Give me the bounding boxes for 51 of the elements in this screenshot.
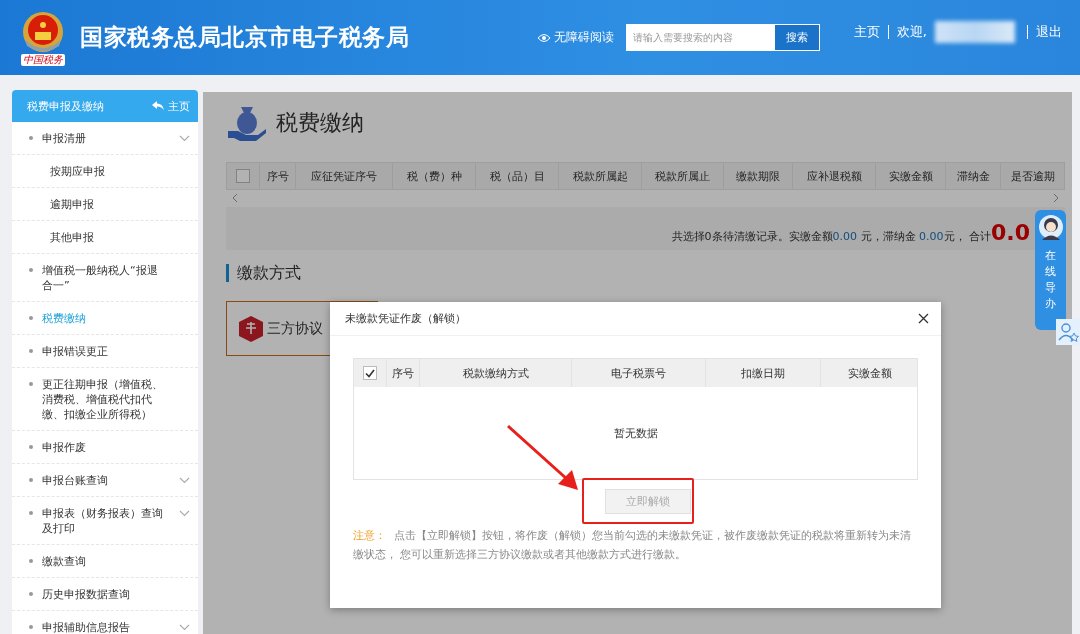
column-header: 序号 <box>259 163 295 189</box>
sidebar-item[interactable]: 申报台账查询 <box>12 464 198 497</box>
column-header: 扣缴日期 <box>705 359 820 387</box>
online-help-label: 在线导办 <box>1045 248 1056 312</box>
search-button[interactable]: 搜索 <box>774 25 819 50</box>
column-header: 税（费）种 <box>392 163 475 189</box>
sidebar-item[interactable]: 申报表（财务报表）查询及打印 <box>12 497 198 545</box>
sidebar-item[interactable]: 申报辅助信息报告 <box>12 611 198 634</box>
sidebar-item[interactable]: 申报作废 <box>12 431 198 464</box>
home-link[interactable]: 主页 <box>845 25 888 39</box>
summary-text: 共选择0条待清缴记录。实缴金额0.00 元，滞纳金 0.00元， 合计0.0 <box>671 220 1030 245</box>
column-header: 电子税票号 <box>571 359 705 387</box>
checkbox[interactable] <box>236 169 250 183</box>
sidebar-item[interactable]: 逾期申报 <box>12 188 198 221</box>
column-header: 序号 <box>386 359 419 387</box>
column-header: 税款所属起 <box>558 163 641 189</box>
sidebar-item[interactable]: 历史申报数据查询 <box>12 578 198 611</box>
scroll-right-icon[interactable] <box>1053 192 1059 203</box>
sidebar-title: 税费申报及缴纳 <box>27 98 105 114</box>
emblem-icon <box>21 9 65 54</box>
logout-link[interactable]: 退出 <box>1027 25 1070 39</box>
cube-icon <box>239 315 263 342</box>
search-field[interactable]: 请输入需要搜索的内容 搜索 <box>625 24 820 51</box>
close-button[interactable] <box>918 313 929 324</box>
column-header: 滞纳金 <box>945 163 1000 189</box>
agent-avatar-icon <box>1037 214 1064 240</box>
column-header: 缴款期限 <box>723 163 792 189</box>
column-header: 应征凭证序号 <box>295 163 392 189</box>
checkbox[interactable] <box>363 366 377 380</box>
scroll-left-icon[interactable] <box>232 192 238 203</box>
back-arrow-icon <box>152 101 164 111</box>
sidebar-item[interactable]: 增值税一般纳税人“报退合一” <box>12 254 198 302</box>
sidebar-item[interactable]: 缴款查询 <box>12 545 198 578</box>
column-header: 实缴金额 <box>820 359 919 387</box>
column-header: 应补退税额 <box>792 163 875 189</box>
notice-text: 注意： 点击【立即解锁】按钮，将作废（解锁）您当前勾选的未缴款凭证，被作废缴款凭证的税款将重新转为未清缴状态， 您可以重新选择三方协议缴款或者其他缴款方式进行缴款。 <box>353 528 912 562</box>
column-header: 实缴金额 <box>875 163 945 189</box>
sidebar-item[interactable]: 申报清册 <box>12 122 198 155</box>
sidebar-item[interactable]: 申报错误更正 <box>12 335 198 368</box>
emblem-text: 中国税务 <box>21 53 65 66</box>
site-title: 国家税务总局北京市电子税务局 <box>80 23 409 52</box>
sidebar-item[interactable]: 更正往期申报（增值税、消费税、增值税代扣代缴、扣缴企业所得税） <box>12 368 198 431</box>
empty-message: 暂无数据 <box>613 425 658 441</box>
column-header: 税（品）目 <box>475 163 558 189</box>
column-header: 税款缴纳方式 <box>419 359 571 387</box>
page-title: 税费缴纳 <box>276 109 364 137</box>
sidebar-item[interactable]: 按期应申报 <box>12 155 198 188</box>
eye-icon <box>536 32 551 43</box>
sidebar-item[interactable]: 其他申报 <box>12 221 198 254</box>
column-header: 税款所属止 <box>641 163 723 189</box>
column-header: 是否逾期 <box>1000 163 1064 189</box>
